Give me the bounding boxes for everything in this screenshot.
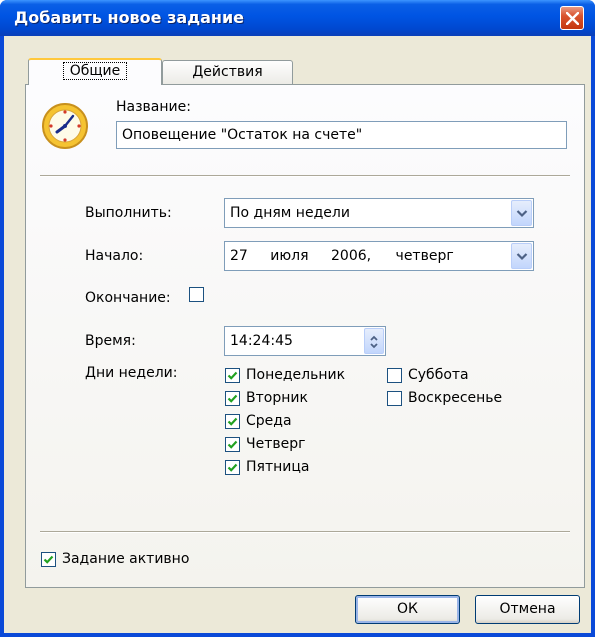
checkbox-sunday[interactable] (387, 391, 402, 406)
weekday-label-thursday[interactable]: Четверг (246, 436, 305, 452)
task-active-label[interactable]: Задание активно (62, 551, 189, 567)
weekday-label-sunday[interactable]: Воскресенье (408, 390, 502, 406)
window-title: Добавить новое задание (14, 8, 245, 27)
tab-general-label: Общие (62, 62, 128, 80)
end-checkbox[interactable] (189, 287, 204, 302)
ok-button-label: ОК (397, 601, 418, 617)
name-label: Название: (116, 99, 191, 115)
tab-general[interactable]: Общие (28, 58, 162, 85)
tab-panel-general: Название: Оповещение "Остаток на счете" … (25, 84, 585, 588)
time-label: Время: (85, 333, 136, 349)
close-icon (566, 12, 579, 25)
name-input[interactable]: Оповещение "Остаток на счете" (116, 121, 567, 149)
weekday-label-friday[interactable]: Пятница (246, 459, 309, 475)
ok-button[interactable]: ОК (355, 595, 460, 624)
start-month[interactable]: июля (270, 248, 308, 264)
weekdays-label: Дни недели: (85, 365, 178, 381)
title-bar[interactable]: Добавить новое задание (0, 0, 595, 36)
name-label-text: Название: (116, 99, 191, 115)
weekday-label-tuesday[interactable]: Вторник (246, 390, 308, 406)
end-label: Окончание: (85, 290, 171, 306)
checkmark-icon (227, 417, 238, 426)
time-input[interactable]: 14:24:45 (224, 326, 386, 356)
run-label: Выполнить: (85, 205, 172, 221)
start-date-picker[interactable]: 27 июля 2006, четверг (224, 241, 534, 271)
checkmark-icon (227, 371, 238, 380)
run-select-value: По дням недели (230, 205, 350, 221)
tab-actions-label: Действия (192, 64, 263, 80)
checkbox-monday[interactable] (225, 368, 240, 383)
chevron-down-icon (516, 210, 528, 218)
dialog-client-area: Действия Общие Название: Оповещение "Ост… (4, 36, 591, 633)
divider-bottom (40, 531, 570, 533)
spin-arrows-icon (370, 335, 378, 349)
name-input-value: Оповещение "Остаток на счете" (122, 127, 363, 143)
run-select-dropdown-button[interactable] (511, 200, 532, 226)
checkbox-wednesday[interactable] (225, 414, 240, 429)
start-label: Начало: (85, 248, 144, 264)
weekday-label-monday[interactable]: Понедельник (246, 367, 345, 383)
weekday-label-wednesday[interactable]: Среда (246, 413, 292, 429)
checkbox-saturday[interactable] (387, 368, 402, 383)
cancel-button-label: Отмена (499, 601, 556, 617)
chevron-down-icon (516, 253, 528, 261)
checkmark-icon (43, 555, 54, 564)
clock-icon (42, 103, 88, 149)
checkmark-icon (227, 394, 238, 403)
start-year[interactable]: 2006, (331, 248, 371, 264)
close-button[interactable] (560, 6, 584, 30)
checkmark-icon (227, 440, 238, 449)
checkbox-thursday[interactable] (225, 437, 240, 452)
checkmark-icon (227, 463, 238, 472)
task-active-checkbox[interactable] (41, 552, 56, 567)
tab-actions[interactable]: Действия (162, 60, 293, 84)
run-select[interactable]: По дням недели (224, 198, 534, 228)
checkbox-tuesday[interactable] (225, 391, 240, 406)
divider-top (40, 175, 570, 177)
dialog-window: Добавить новое задание Действия Общие На… (0, 0, 595, 637)
start-weekday: четверг (395, 248, 454, 264)
time-spinner[interactable] (364, 328, 384, 354)
start-date-dropdown-button[interactable] (511, 243, 532, 269)
cancel-button[interactable]: Отмена (475, 595, 580, 624)
checkbox-friday[interactable] (225, 460, 240, 475)
time-input-value: 14:24:45 (230, 333, 293, 349)
start-day[interactable]: 27 (230, 248, 248, 264)
weekday-label-saturday[interactable]: Суббота (408, 367, 469, 383)
